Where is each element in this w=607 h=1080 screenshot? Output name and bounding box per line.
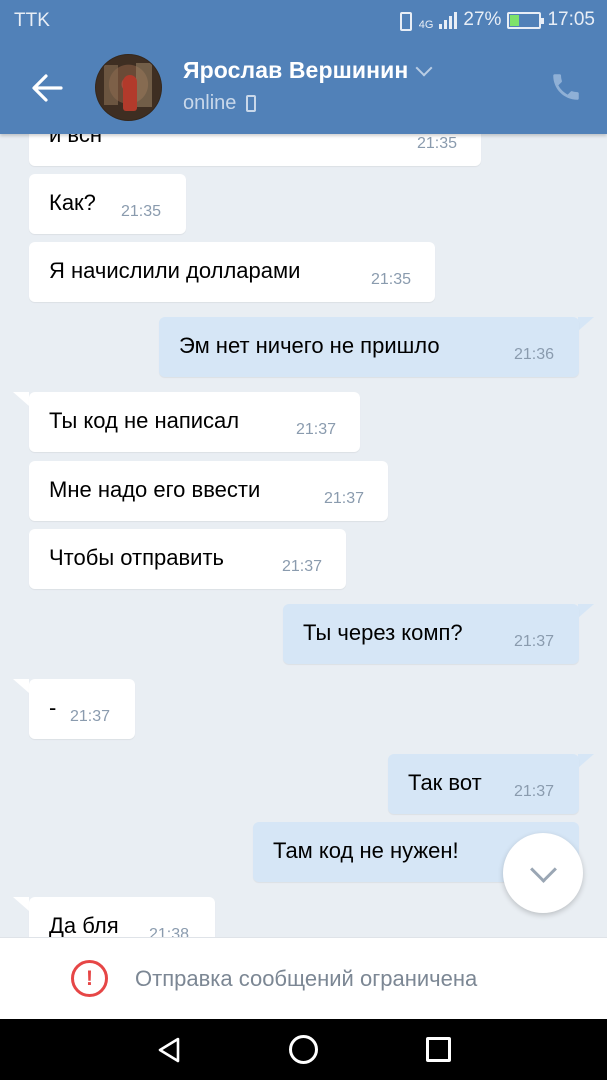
mobile-device-icon [246, 95, 257, 112]
message-outgoing[interactable]: Эм нет ничего не пришло 21:36 [159, 317, 579, 377]
scroll-to-bottom-button[interactable] [503, 833, 583, 913]
presence-label: online [183, 92, 237, 114]
message-outgoing[interactable]: Так вот 21:37 [388, 754, 579, 814]
message-list[interactable]: и всн 21:35 Как? 21:35 Я начислили долла… [0, 134, 607, 937]
restriction-text: Отправка сообщений ограничена [135, 966, 478, 991]
contact-name-button[interactable]: Ярослав Вершинин [183, 57, 433, 84]
message-incoming[interactable]: Мне надо его ввести 21:37 [29, 461, 388, 521]
bubble-tail [578, 604, 594, 618]
message-incoming[interactable]: Да бля 21:38 [29, 897, 215, 937]
message-incoming[interactable]: Ты код не написал 21:37 [29, 392, 360, 452]
carrier-label: TTK [14, 10, 50, 31]
contact-name: Ярослав Вершинин [183, 57, 409, 83]
status-bar: TTK 4G 27% 17:05 [0, 0, 607, 42]
presence-status: online [183, 92, 257, 115]
message-incoming[interactable]: Я начислили долларами 21:35 [29, 242, 435, 302]
bubble-tail [13, 392, 29, 406]
message-incoming[interactable]: - 21:37 [29, 679, 135, 739]
nav-home-icon[interactable] [289, 1035, 318, 1064]
message-incoming[interactable]: и всн 21:35 [29, 134, 481, 166]
system-nav-bar [0, 1019, 607, 1080]
bubble-tail [13, 679, 29, 693]
arrow-left-icon[interactable] [30, 72, 64, 104]
restriction-banner: ! Отправка сообщений ограничена [0, 937, 607, 1019]
chevron-down-icon [415, 59, 433, 76]
bubble-tail [13, 897, 29, 911]
network-type: 4G [418, 19, 434, 31]
app-bar: Ярослав Вершинин online [0, 42, 607, 134]
message-incoming[interactable]: Чтобы отправить 21:37 [29, 529, 346, 589]
nav-recents-icon[interactable] [426, 1037, 451, 1062]
signal-icon [439, 11, 458, 29]
bubble-tail [578, 317, 594, 331]
bubble-tail [578, 754, 594, 768]
vibrate-icon [395, 10, 413, 31]
battery-percent: 27% [463, 9, 502, 30]
battery-icon [507, 11, 545, 29]
exclamation-circle-icon: ! [71, 960, 108, 997]
nav-back-icon[interactable] [156, 1036, 182, 1064]
message-incoming[interactable]: Как? 21:35 [29, 174, 186, 234]
message-outgoing[interactable]: Ты через комп? 21:37 [283, 604, 579, 664]
system-indicators: 4G 27% 17:05 [395, 9, 595, 31]
top-header: TTK 4G 27% 17:05 Ярослав Вершинин online [0, 0, 607, 134]
avatar[interactable] [95, 54, 162, 121]
clock: 17:05 [547, 9, 595, 30]
phone-icon[interactable] [549, 70, 583, 104]
